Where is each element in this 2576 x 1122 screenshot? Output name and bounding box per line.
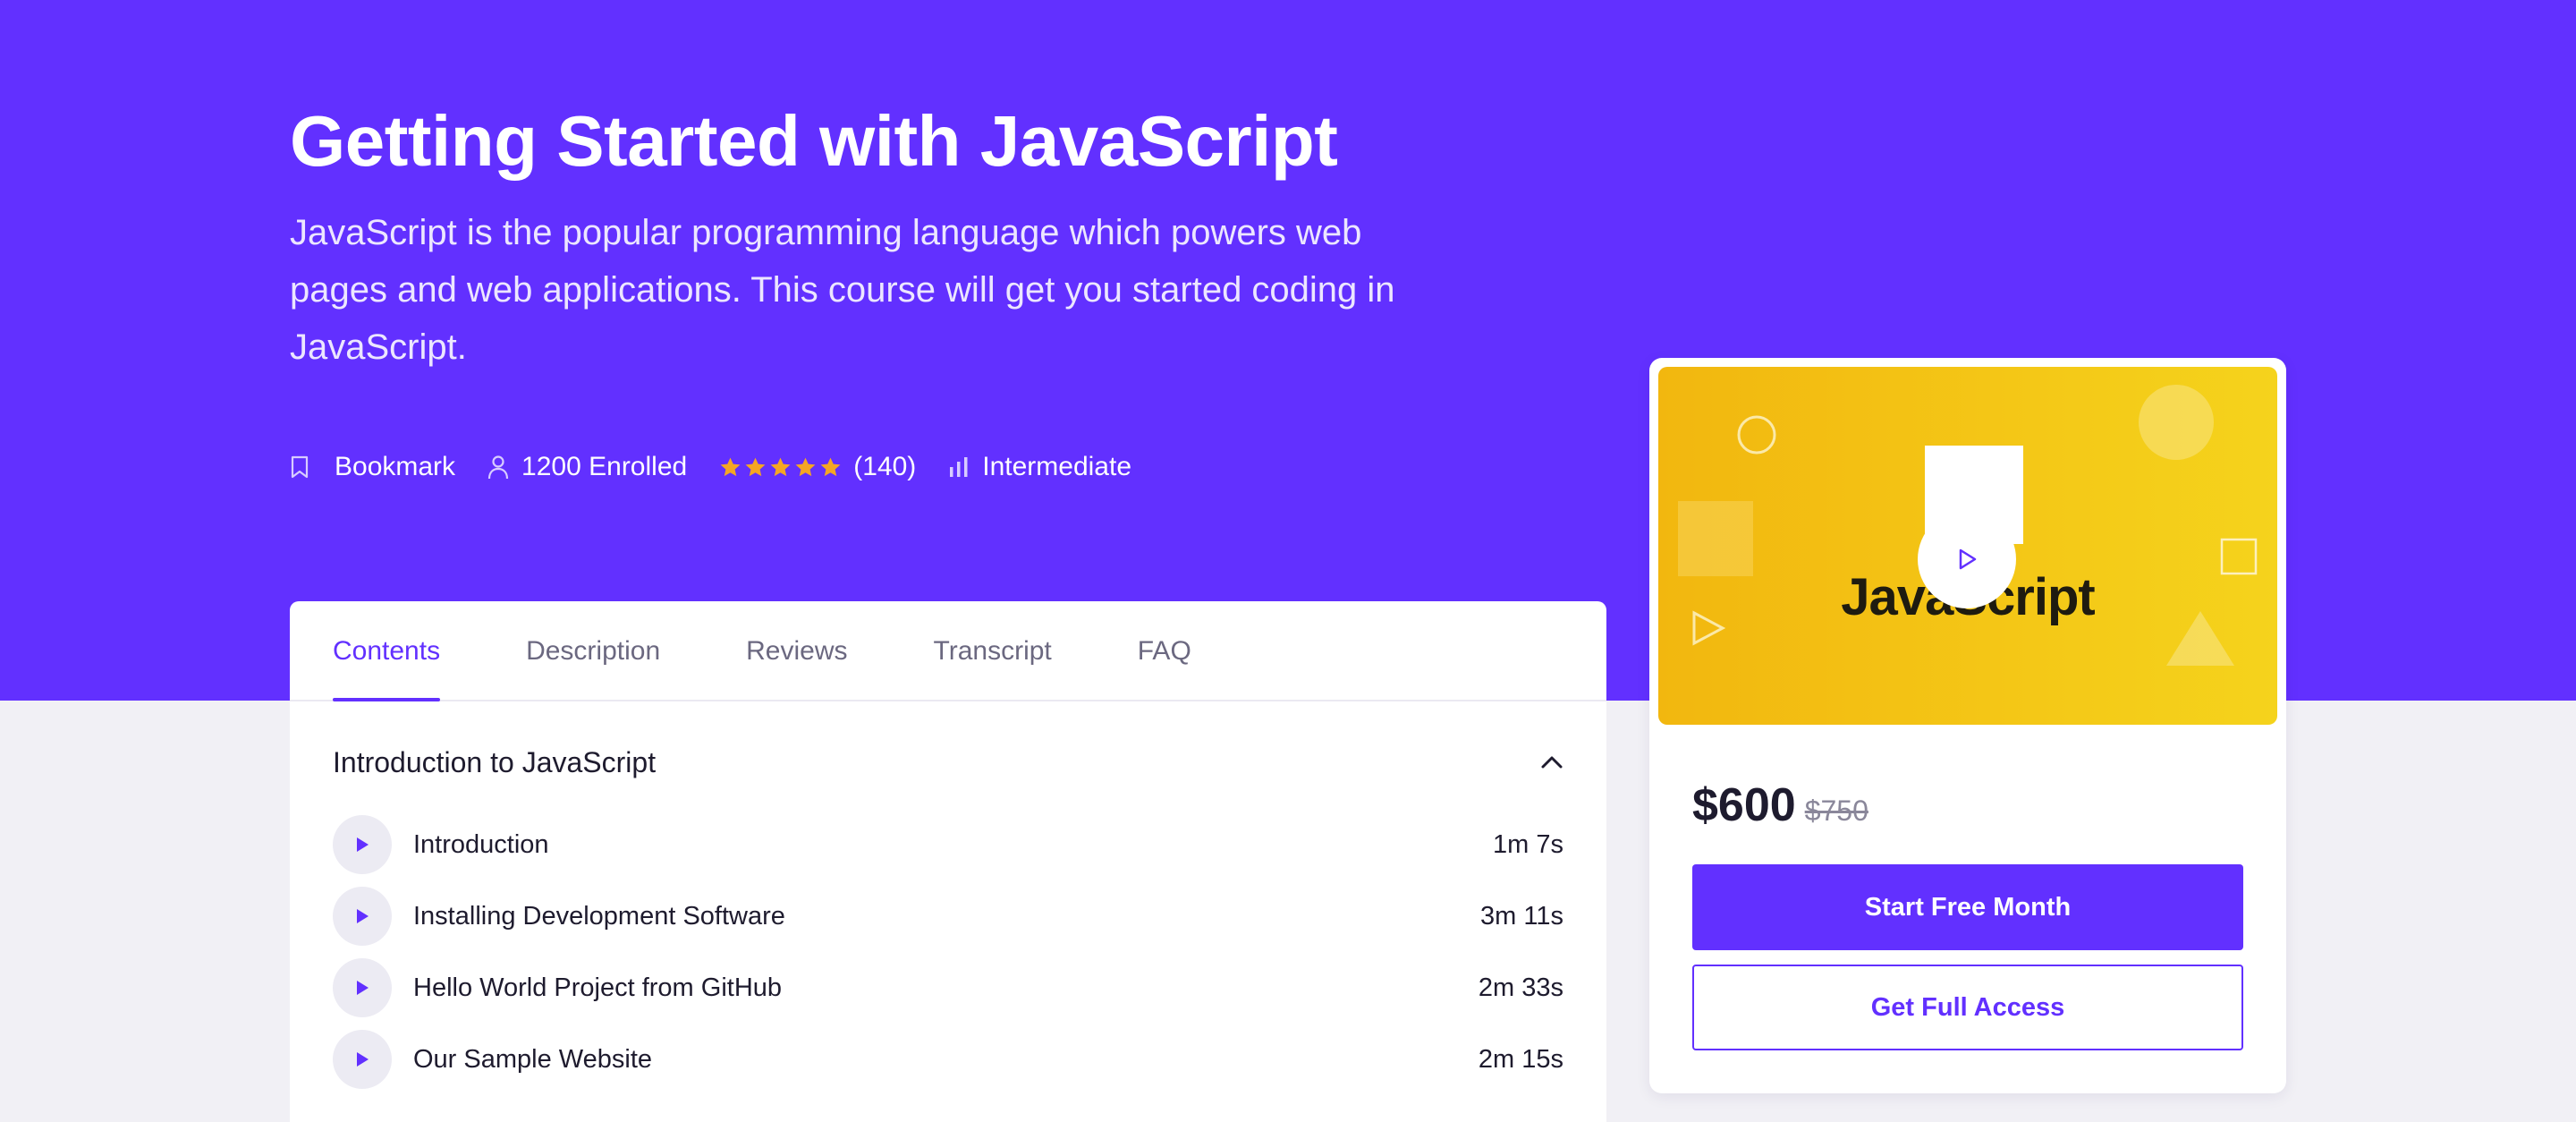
star-icon [795,457,816,476]
lesson-row[interactable]: Installing Development Software 3m 11s [333,880,1563,952]
original-price: $750 [1804,795,1868,827]
tab-description[interactable]: Description [526,599,660,700]
course-description: JavaScript is the popular programming la… [290,213,1395,367]
current-price: $600 [1692,779,1796,831]
lesson-title: Introduction [413,829,549,859]
lesson-title: Our Sample Website [413,1044,653,1074]
tab-transcript[interactable]: Transcript [934,599,1052,700]
lesson-duration: 1m 7s [1493,829,1563,859]
course-content-card: Contents Description Reviews Transcript … [290,601,1606,1122]
price-row: $600 $750 [1692,778,1868,832]
preview-play-button[interactable] [1918,510,2016,608]
bookmark-icon [291,455,309,479]
play-button[interactable] [333,1030,392,1089]
chevron-up-icon[interactable] [1540,755,1563,769]
star-icon [720,457,741,476]
course-title: Getting Started with JavaScript [290,101,1338,181]
play-icon [357,837,369,852]
play-button[interactable] [333,887,392,946]
rating: (140) [719,452,916,482]
hero-text: Getting Started with JavaScript JavaScri… [290,98,1488,376]
lesson-row[interactable]: Introduction 1m 7s [333,809,1563,880]
section-title: Introduction to JavaScript [333,745,657,778]
tab-faq[interactable]: FAQ [1138,599,1191,700]
lesson-row[interactable]: Our Sample Website 2m 15s [333,1024,1563,1095]
rating-count: (140) [853,452,917,481]
lesson-row[interactable]: Hello World Project from GitHub 2m 33s [333,952,1563,1024]
course-thumbnail[interactable]: JavaScript [1658,367,2277,725]
bookmark-label: Bookmark [335,452,456,481]
start-free-month-button[interactable]: Start Free Month [1692,864,2243,950]
section-header[interactable]: Introduction to JavaScript [333,744,1563,780]
tab-bar: Contents Description Reviews Transcript … [290,601,1606,701]
get-full-access-button[interactable]: Get Full Access [1692,965,2243,1050]
tab-reviews[interactable]: Reviews [746,599,847,700]
play-button[interactable] [333,958,392,1017]
purchase-card: JavaScript $600 $750 Start Free Month Ge… [1649,358,2286,1093]
star-icon [820,457,841,476]
lesson-duration: 2m 33s [1478,973,1563,1002]
bookmark-button[interactable]: Bookmark [290,452,455,482]
enrolled-count: 1200 Enrolled [487,452,687,482]
tab-contents[interactable]: Contents [333,599,441,701]
lesson-duration: 3m 11s [1480,901,1563,931]
play-icon [357,1052,369,1067]
lesson-title: Installing Development Software [413,901,785,931]
bar-chart-icon [950,457,968,477]
course-meta: Bookmark 1200 Enrolled (140) Intermediat… [290,449,1164,485]
play-button[interactable] [333,815,392,874]
star-icon [770,457,791,476]
lesson-list: Introduction 1m 7s Installing Developmen… [333,809,1563,1095]
play-icon [357,981,369,995]
play-icon [357,909,369,923]
lesson-duration: 2m 15s [1478,1044,1563,1074]
enrolled-label: 1200 Enrolled [521,452,688,481]
lesson-title: Hello World Project from GitHub [413,973,783,1002]
course-level: Intermediate [948,452,1131,482]
play-icon [1959,548,1977,570]
user-icon [487,455,509,480]
rating-stars [719,456,844,479]
star-icon [745,457,766,476]
level-label: Intermediate [982,452,1132,481]
